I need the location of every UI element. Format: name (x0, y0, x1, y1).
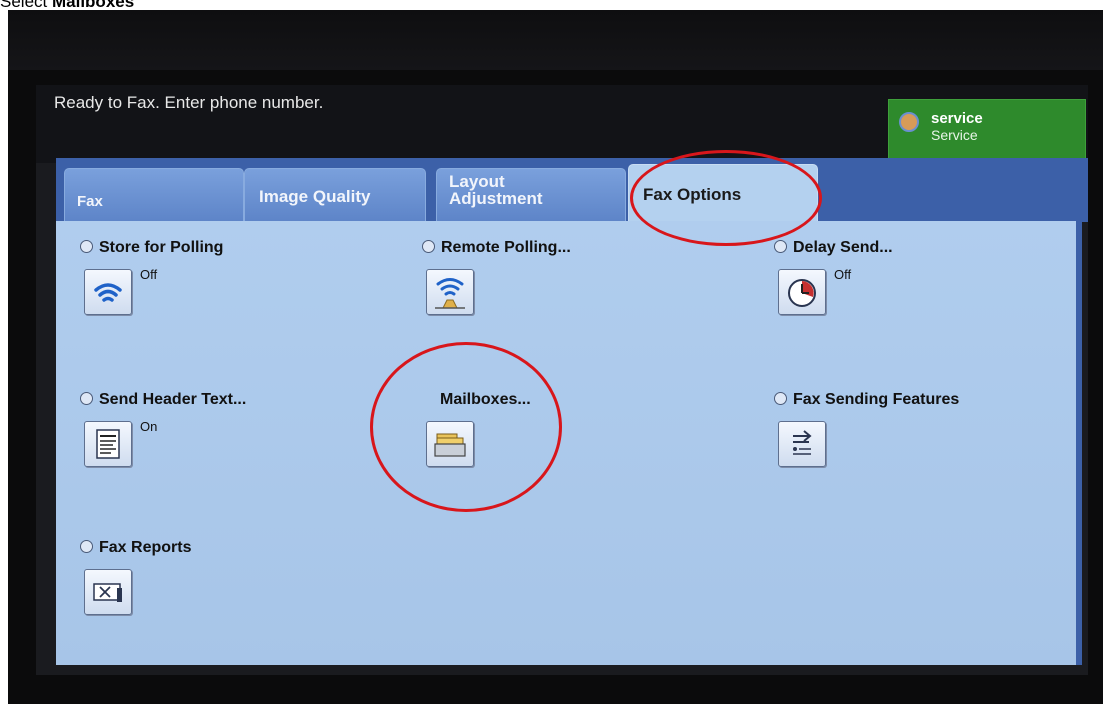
document-lines-icon (96, 429, 120, 459)
wireless-signal-icon (94, 283, 122, 302)
user-avatar-icon (899, 112, 919, 132)
fax-sending-features-label: Fax Sending Features (793, 391, 960, 408)
tab-layout-adjustment[interactable]: Layout Adjustment (436, 168, 626, 222)
status-message: Ready to Fax. Enter phone number. (54, 93, 324, 112)
signal-tower-icon (435, 278, 465, 309)
tab-fax[interactable]: Fax (64, 168, 244, 222)
send-header-text-label: Send Header Text... (99, 391, 247, 408)
delay-send-button[interactable] (778, 269, 826, 315)
send-header-text-title[interactable]: Send Header Text... (80, 391, 246, 409)
page-caption: Select Mailboxes (0, 0, 134, 11)
radio-indicator-icon (80, 392, 93, 405)
delay-send-state: Off (834, 267, 852, 282)
fax-reports-title[interactable]: Fax Reports (80, 539, 191, 557)
radio-indicator-icon (80, 240, 93, 253)
store-for-polling-state: Off (140, 267, 158, 282)
tab-image-quality-label: Image Quality (259, 187, 371, 206)
fax-reports-label: Fax Reports (99, 539, 192, 556)
store-for-polling-label: Store for Polling (99, 239, 224, 256)
arrow-list-icon (793, 430, 812, 455)
user-login: service (931, 110, 983, 127)
user-badge[interactable]: service Service (888, 99, 1086, 159)
status-bar: Ready to Fax. Enter phone number. servic… (36, 85, 1088, 163)
radio-indicator-icon (774, 392, 787, 405)
remote-polling-title[interactable]: Remote Polling... (422, 239, 571, 257)
send-header-text-button[interactable] (84, 421, 132, 467)
device-bezel (8, 10, 1103, 70)
radio-indicator-icon (774, 240, 787, 253)
fax-reports-button[interactable] (84, 569, 132, 615)
user-name: Service (931, 127, 978, 143)
delay-send-title[interactable]: Delay Send... (774, 239, 893, 257)
fax-sending-features-button[interactable] (778, 421, 826, 467)
clock-icon (788, 279, 816, 307)
send-header-text-state: On (140, 419, 158, 434)
tab-bar: Fax Image Quality Layout Adjustment Fax O… (56, 158, 1088, 224)
annotation-circle-mailboxes (370, 342, 562, 512)
fax-options-panel: Store for Polling Off Remote Polling... (56, 221, 1082, 665)
device-photo: Ready to Fax. Enter phone number. servic… (8, 10, 1103, 704)
radio-indicator-icon (422, 240, 435, 253)
radio-indicator-icon (80, 540, 93, 553)
remote-polling-button[interactable] (426, 269, 474, 315)
report-x-icon (93, 583, 122, 602)
store-for-polling-button[interactable] (84, 269, 132, 315)
tab-fax-label: Fax (77, 193, 103, 210)
remote-polling-label: Remote Polling... (441, 239, 571, 256)
fax-sending-features-title[interactable]: Fax Sending Features (774, 391, 959, 409)
tab-layout-line2: Adjustment (449, 189, 543, 208)
annotation-circle-fax-options (630, 150, 822, 246)
delay-send-label: Delay Send... (793, 239, 893, 256)
touch-screen: Ready to Fax. Enter phone number. servic… (36, 85, 1088, 675)
tab-image-quality[interactable]: Image Quality (244, 168, 426, 222)
store-for-polling-title[interactable]: Store for Polling (80, 239, 223, 257)
tab-layout-adjustment-label: Layout Adjustment (449, 173, 543, 207)
